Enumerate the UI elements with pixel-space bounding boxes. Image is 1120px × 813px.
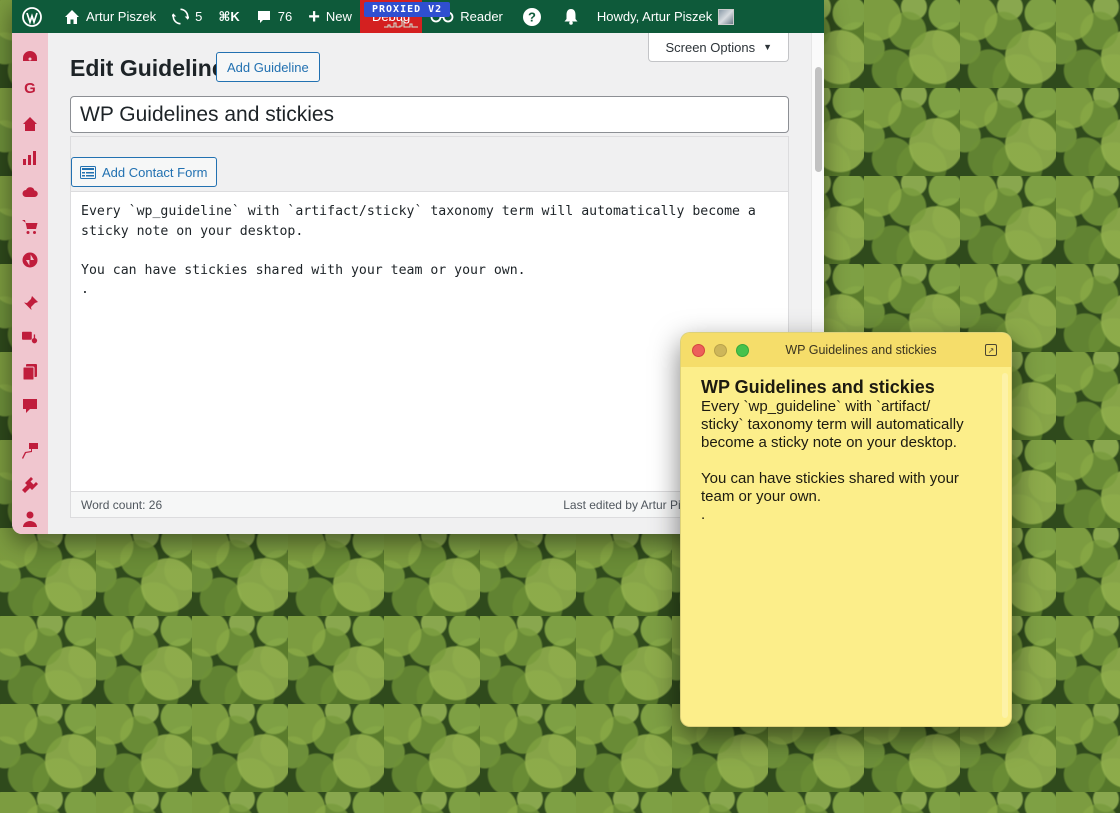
home-icon (65, 9, 79, 24)
reader-label: Reader (460, 9, 503, 24)
wordpress-logo-icon[interactable] (12, 0, 56, 33)
admin-bar: Artur Piszek 5 ⌘K 76 + New Debug Reader … (12, 0, 824, 33)
new-content-menu[interactable]: + New (300, 0, 360, 33)
proxy-activity-sparkline-icon (384, 20, 418, 28)
notifications-menu[interactable] (553, 0, 589, 33)
content-line: . (81, 282, 89, 297)
shortcut-label: ⌘K (218, 8, 240, 24)
post-title-input[interactable]: WP Guidelines and stickies (70, 96, 789, 133)
media-icon[interactable] (22, 330, 38, 346)
sticky-titlebar[interactable]: WP Guidelines and stickies ↗ (681, 333, 1011, 367)
updates-count: 5 (195, 9, 203, 24)
cloud-icon[interactable] (22, 184, 38, 200)
jetpack-icon[interactable] (22, 252, 38, 268)
bell-icon (564, 9, 578, 25)
g-icon[interactable]: G (22, 80, 38, 97)
content-line: Every `wp_guideline` with `artifact/stic… (81, 204, 756, 219)
comments-icon[interactable] (22, 398, 38, 414)
page-title: Edit Guideline (70, 55, 225, 81)
admin-sidebar: G (12, 33, 48, 534)
sticky-body-text: Every `wp_guideline` with `artifact/ sti… (701, 398, 964, 523)
site-name-label: Artur Piszek (86, 9, 157, 24)
account-menu[interactable]: Howdy, Artur Piszek (589, 0, 748, 33)
comments-count: 76 (277, 9, 293, 24)
expand-icon[interactable]: ↗ (985, 344, 997, 356)
users-icon[interactable] (22, 511, 38, 527)
svg-text:?: ? (528, 9, 536, 24)
cart-icon[interactable] (22, 219, 38, 235)
site-name-menu[interactable]: Artur Piszek (56, 0, 164, 33)
sticky-note-window[interactable]: WP Guidelines and stickies ↗ WP Guidelin… (680, 332, 1012, 727)
comments-menu[interactable]: 76 (248, 0, 300, 33)
sticky-heading: WP Guidelines and stickies (701, 377, 935, 397)
updates-menu[interactable]: 5 (164, 0, 210, 33)
help-menu[interactable]: ? (511, 0, 553, 33)
scrollbar-thumb[interactable] (815, 67, 822, 172)
screen-options-button[interactable]: Screen Options ▼ (648, 33, 789, 62)
home-icon[interactable] (22, 116, 38, 132)
plugins-icon[interactable] (22, 477, 38, 493)
dashboard-icon[interactable] (22, 49, 38, 65)
add-contact-form-button[interactable]: Add Contact Form (71, 157, 217, 187)
editor-toolbar: Add Contact Form (71, 137, 788, 193)
content-line (81, 241, 778, 261)
proxied-badge: PROXIED V2 (364, 2, 451, 17)
caret-down-icon: ▼ (763, 42, 772, 52)
content-line: sticky note on your desktop. (81, 223, 304, 239)
content-line: You can have stickies shared with your t… (81, 262, 526, 278)
stats-icon[interactable] (22, 150, 38, 166)
pin-icon[interactable] (22, 296, 38, 312)
howdy-label: Howdy, Artur Piszek (596, 9, 713, 24)
comment-bubble-icon (257, 10, 270, 23)
new-label: New (325, 9, 352, 24)
add-guideline-button[interactable]: Add Guideline (216, 52, 320, 82)
command-palette-shortcut[interactable]: ⌘K (210, 0, 247, 33)
appearance-icon[interactable] (22, 443, 38, 459)
pages-icon[interactable] (22, 364, 38, 380)
sticky-content[interactable]: WP Guidelines and stickies Every `wp_gui… (681, 367, 1011, 524)
contact-form-icon (80, 165, 96, 179)
word-count: Word count: 26 (81, 497, 163, 512)
avatar (718, 8, 735, 25)
add-contact-form-label: Add Contact Form (102, 164, 208, 180)
screen-options-label: Screen Options (665, 39, 756, 55)
plus-icon: + (308, 5, 320, 28)
updates-icon (172, 8, 190, 25)
sticky-window-title: WP Guidelines and stickies (785, 343, 937, 357)
sticky-scrollbar[interactable] (1002, 373, 1008, 718)
help-icon: ? (522, 7, 541, 26)
